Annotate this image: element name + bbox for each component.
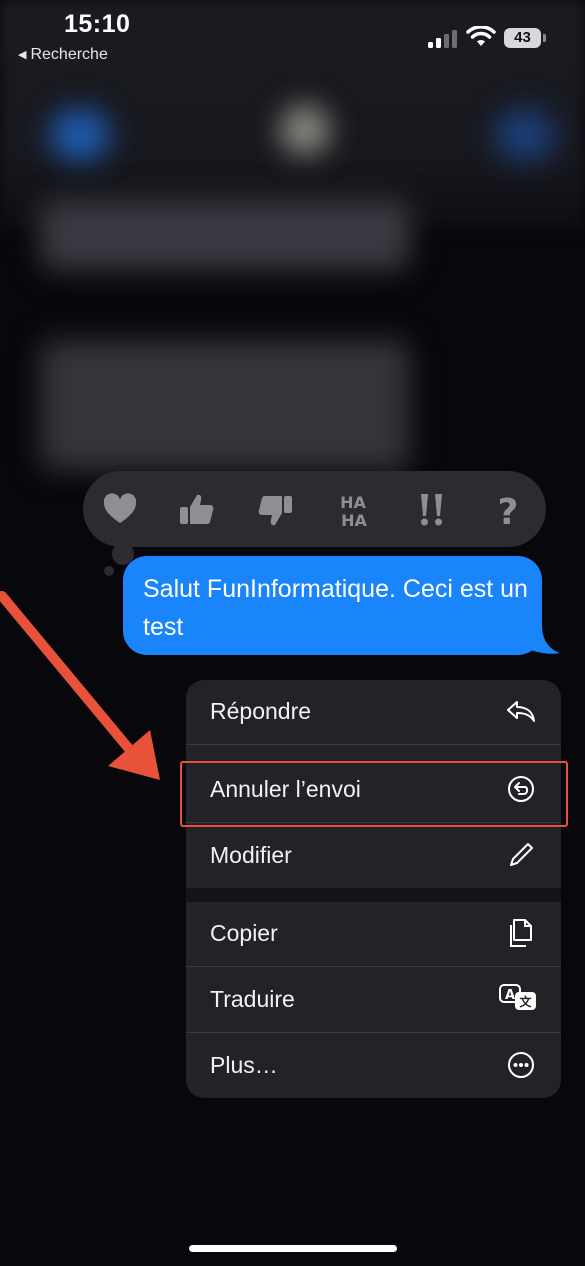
wifi-icon: [466, 26, 496, 46]
thumbs-up-icon[interactable]: [177, 490, 217, 530]
battery-indicator: 43: [504, 28, 541, 48]
thumbs-down-icon[interactable]: [255, 490, 295, 530]
back-label: Recherche: [30, 46, 108, 63]
signal-icon: [428, 29, 458, 48]
status-bar: 15:10 ◀ Recherche 43: [0, 0, 585, 80]
pencil-icon: [510, 843, 533, 866]
message-text: Salut FunInformatique. Ceci est un test: [143, 575, 528, 641]
menu-item-reply[interactable]: Répondre: [186, 680, 561, 744]
home-indicator[interactable]: [189, 1245, 397, 1252]
message-bubble[interactable]: Salut FunInformatique. Ceci est un test: [123, 556, 542, 655]
svg-text:HA: HA: [341, 511, 367, 530]
copy-icon: [510, 919, 532, 947]
menu-item-label: Plus…: [210, 1052, 278, 1078]
context-menu: Répondre Annuler l’envoi Modifier Copier…: [186, 680, 561, 1098]
menu-item-translate[interactable]: Traduire A 文: [186, 968, 561, 1032]
back-triangle-icon: ◀: [18, 49, 27, 61]
reply-icon: [507, 701, 535, 722]
svg-text:文: 文: [519, 994, 532, 1009]
battery-tip: [543, 34, 546, 42]
heart-icon[interactable]: [100, 490, 140, 530]
menu-item-copy[interactable]: Copier: [186, 902, 561, 966]
menu-group-separator: [186, 888, 561, 902]
exclamation-icon[interactable]: [411, 490, 451, 530]
menu-item-label: Répondre: [210, 698, 312, 724]
menu-item-edit[interactable]: Modifier: [186, 824, 561, 888]
menu-item-label: Copier: [210, 920, 278, 946]
menu-item-label: Modifier: [210, 842, 292, 868]
tapback-bar: HA HA ?: [83, 471, 546, 547]
menu-item-more[interactable]: Plus…: [186, 1034, 561, 1098]
back-to-search-link[interactable]: ◀ Recherche: [18, 46, 108, 64]
clock: 15:10: [64, 10, 131, 38]
svg-text:HA: HA: [340, 493, 366, 512]
tapback-bubble-dot-small: [104, 566, 114, 576]
svg-text:?: ?: [498, 492, 519, 530]
translate-icon: A 文: [499, 984, 536, 1010]
menu-item-label: Traduire: [210, 986, 295, 1012]
bubble-tail: [528, 625, 560, 654]
haha-icon[interactable]: HA HA: [333, 490, 373, 530]
question-icon[interactable]: ?: [488, 490, 528, 530]
svg-text:A: A: [505, 988, 515, 1003]
more-icon: [508, 1052, 534, 1078]
highlight-box-annotation: [180, 761, 568, 827]
